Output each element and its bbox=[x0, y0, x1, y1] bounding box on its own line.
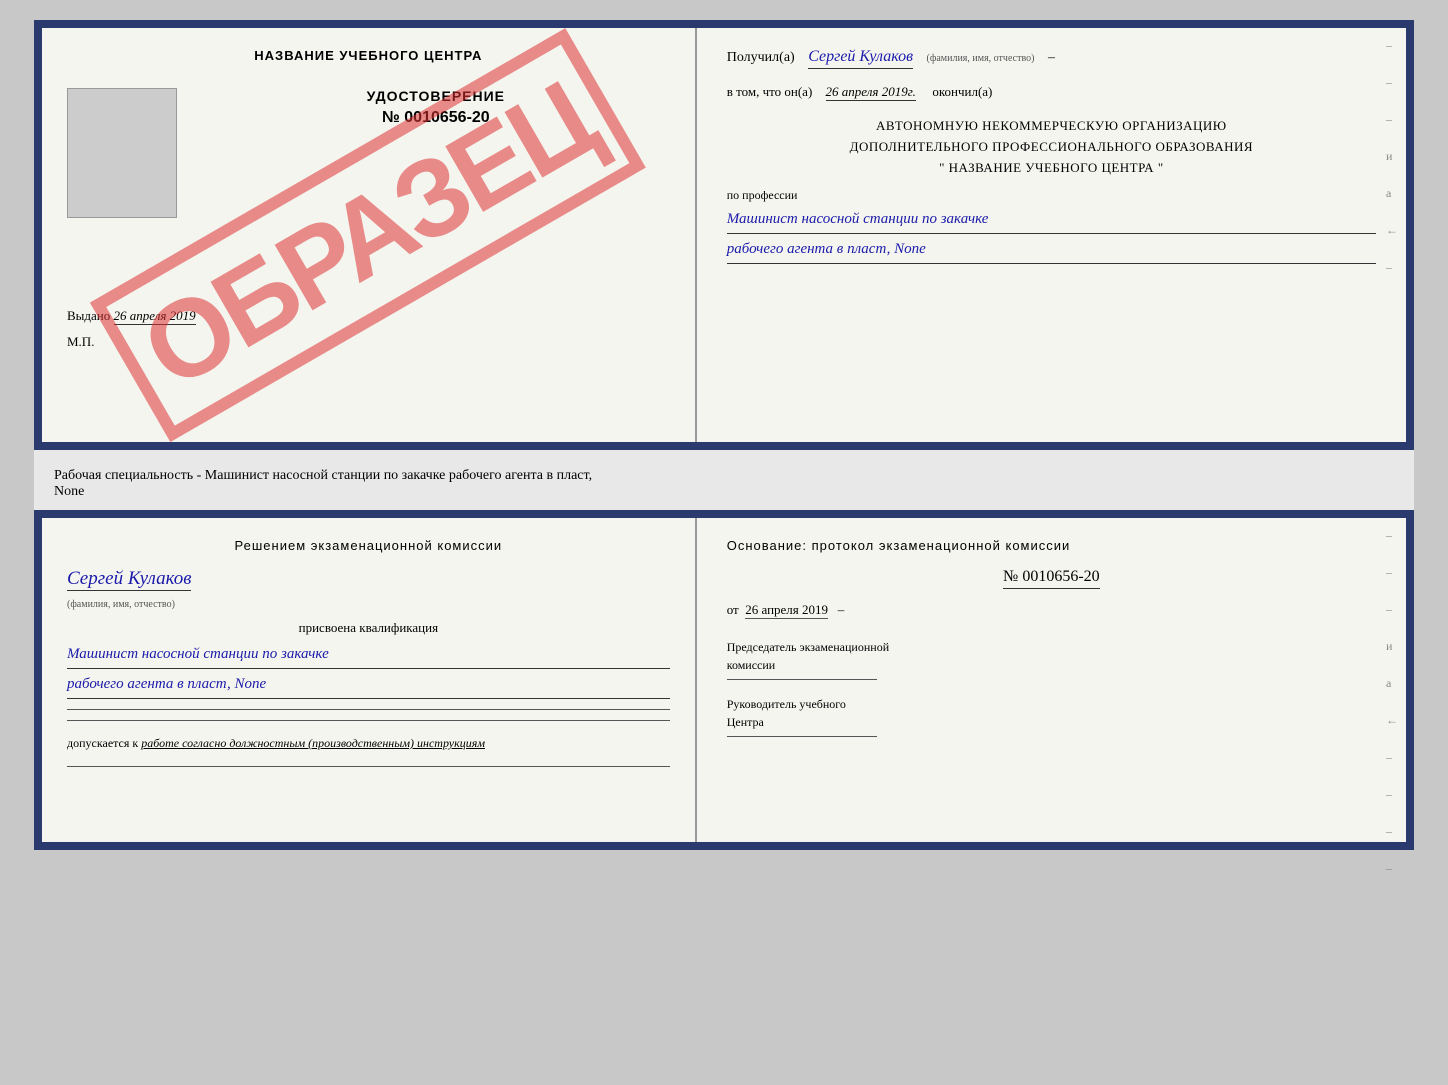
profession-label: по профессии bbox=[727, 188, 1376, 203]
qualification-line1: Машинист насосной станции по закачке bbox=[67, 641, 670, 669]
side-marks-top: – – – и а ← – bbox=[1386, 38, 1398, 275]
org-line3: " НАЗВАНИЕ УЧЕБНОГО ЦЕНТРА " bbox=[727, 158, 1376, 179]
middle-text-line2: None bbox=[54, 484, 84, 499]
received-row: Получил(а) Сергей Кулаков (фамилия, имя,… bbox=[727, 48, 1376, 69]
dash1: – bbox=[1048, 50, 1055, 66]
director-label: Руководитель учебного Центра bbox=[727, 695, 1376, 731]
learning-center-title-top: НАЗВАНИЕ УЧЕБНОГО ЦЕНТРА bbox=[67, 48, 670, 63]
chairman-line2: комиссии bbox=[727, 656, 1376, 674]
fio-hint-top: (фамилия, имя, отчество) bbox=[927, 53, 1035, 64]
date-suffix: окончил(а) bbox=[932, 84, 992, 100]
protocol-date-prefix: от bbox=[727, 602, 739, 617]
cert-issued-row: Выдано 26 апреля 2019 bbox=[67, 308, 670, 324]
blank-line-3 bbox=[67, 766, 670, 767]
middle-text-block: Рабочая специальность - Машинист насосно… bbox=[34, 458, 1414, 510]
chairman-line1: Председатель экзаменационной bbox=[727, 638, 1376, 656]
org-block: АВТОНОМНУЮ НЕКОММЕРЧЕСКУЮ ОРГАНИЗАЦИЮ ДО… bbox=[727, 116, 1376, 178]
right-panel: Получил(а) Сергей Кулаков (фамилия, имя,… bbox=[697, 28, 1406, 442]
basis-title: Основание: протокол экзаменационной коми… bbox=[727, 538, 1376, 553]
blank-line-2 bbox=[67, 720, 670, 721]
director-signature-line bbox=[727, 736, 877, 737]
date-prefix: в том, что он(а) bbox=[727, 84, 813, 100]
profession-line2: рабочего агента в пласт, None bbox=[727, 236, 1376, 264]
director-line2: Центра bbox=[727, 713, 1376, 731]
document-container: НАЗВАНИЕ УЧЕБНОГО ЦЕНТРА УДОСТОВЕРЕНИЕ №… bbox=[34, 20, 1414, 850]
bottom-right-panel: Основание: протокол экзаменационной коми… bbox=[697, 518, 1406, 842]
protocol-date-value: 26 апреля 2019 bbox=[745, 602, 828, 619]
profession-line1: Машинист насосной станции по закачке bbox=[727, 206, 1376, 234]
issued-label: Выдано bbox=[67, 308, 110, 323]
dash2: – bbox=[838, 602, 845, 617]
bottom-section: Решением экзаменационной комиссии Сергей… bbox=[34, 510, 1414, 850]
protocol-number: № 0010656-20 bbox=[1003, 568, 1100, 589]
side-marks-bottom: – – – и а ← – – – – bbox=[1386, 528, 1398, 876]
issued-date: 26 апреля 2019 bbox=[114, 308, 196, 325]
director-line1: Руководитель учебного bbox=[727, 695, 1376, 713]
cert-type-label: УДОСТОВЕРЕНИЕ bbox=[202, 88, 670, 104]
blank-line-1 bbox=[67, 709, 670, 710]
left-panel: НАЗВАНИЕ УЧЕБНОГО ЦЕНТРА УДОСТОВЕРЕНИЕ №… bbox=[42, 28, 697, 442]
commission-title: Решением экзаменационной комиссии bbox=[67, 538, 670, 553]
org-line1: АВТОНОМНУЮ НЕКОММЕРЧЕСКУЮ ОРГАНИЗАЦИЮ bbox=[727, 116, 1376, 137]
top-section: НАЗВАНИЕ УЧЕБНОГО ЦЕНТРА УДОСТОВЕРЕНИЕ №… bbox=[34, 20, 1414, 450]
qualification-line2: рабочего агента в пласт, None bbox=[67, 671, 670, 699]
received-label: Получил(а) bbox=[727, 50, 795, 66]
date-row: в том, что он(а) 26 апреля 2019г. окончи… bbox=[727, 84, 1376, 101]
assigned-label: присвоена квалификация bbox=[67, 620, 670, 636]
allowed-text: допускается к работе согласно должностны… bbox=[67, 736, 670, 751]
chairman-label: Председатель экзаменационной комиссии bbox=[727, 638, 1376, 674]
bottom-left-panel: Решением экзаменационной комиссии Сергей… bbox=[42, 518, 697, 842]
middle-text-line1: Рабочая специальность - Машинист насосно… bbox=[54, 468, 592, 483]
person-name-bottom: Сергей Кулаков bbox=[67, 568, 191, 591]
org-line2: ДОПОЛНИТЕЛЬНОГО ПРОФЕССИОНАЛЬНОГО ОБРАЗО… bbox=[727, 137, 1376, 158]
allowed-prefix: допускается к bbox=[67, 736, 138, 750]
mp-label: М.П. bbox=[67, 334, 94, 349]
recipient-name: Сергей Кулаков bbox=[808, 48, 913, 69]
date-value: 26 апреля 2019г. bbox=[826, 84, 916, 101]
mp-row: М.П. bbox=[67, 334, 670, 350]
allowed-value: работе согласно должностным (производств… bbox=[141, 736, 485, 750]
protocol-date-row: от 26 апреля 2019 – bbox=[727, 602, 1376, 618]
photo-placeholder bbox=[67, 88, 177, 218]
chairman-signature-line bbox=[727, 679, 877, 680]
cert-number: № 0010656-20 bbox=[202, 109, 670, 127]
fio-hint-bottom: (фамилия, имя, отчество) bbox=[67, 599, 670, 610]
